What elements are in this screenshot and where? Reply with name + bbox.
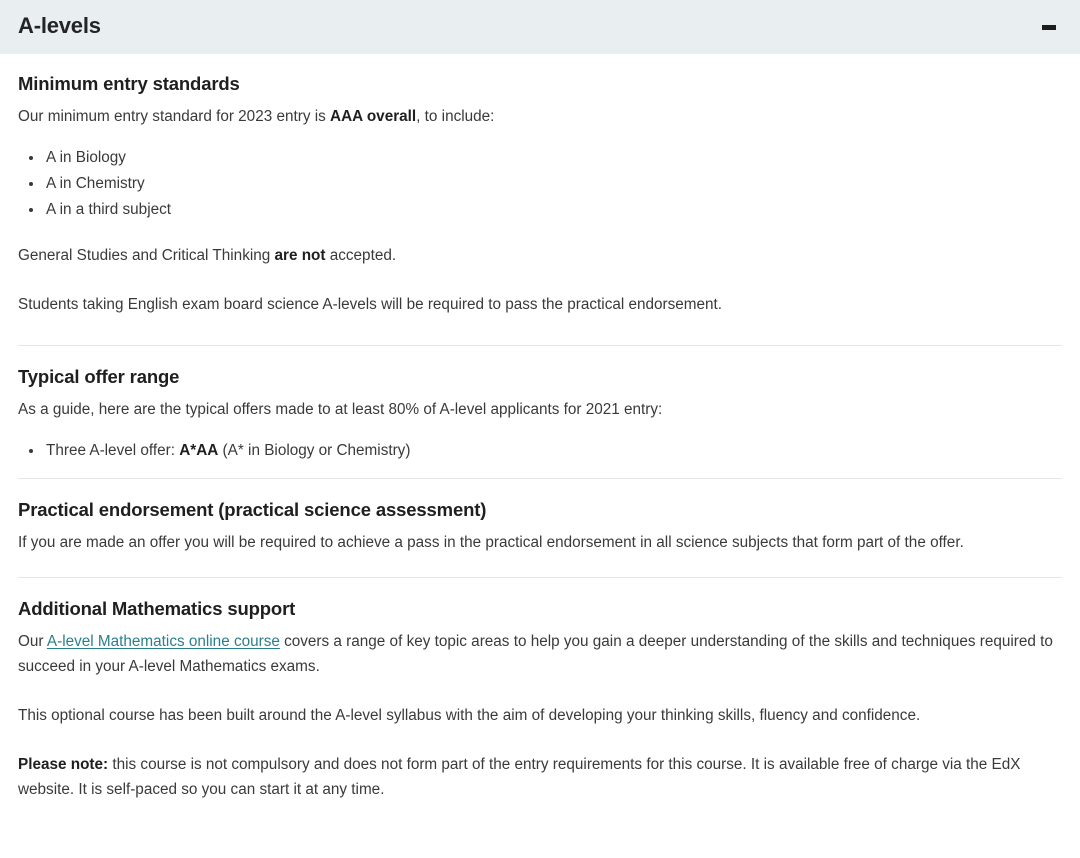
practical-endorsement-paragraph: If you are made an offer you will be req… [18, 534, 964, 551]
minimum-entry-intro-paragraph: Our minimum entry standard for 2023 entr… [18, 104, 1062, 129]
list-item: A in Chemistry [44, 171, 1062, 197]
section-additional-mathematics-support: Additional Mathematics support Our A-lev… [18, 598, 1062, 802]
list-item: Three A-level offer: A*AA (A* in Biology… [44, 438, 1062, 464]
typical-offer-bullet-list: Three A-level offer: A*AA (A* in Biology… [18, 438, 1062, 464]
section-heading: Typical offer range [18, 366, 180, 387]
text-fragment: General Studies and Critical Thinking [18, 247, 275, 264]
section-heading: Practical endorsement (practical science… [18, 499, 487, 520]
minus-icon [1042, 24, 1056, 30]
accordion-header[interactable]: A-levels [0, 0, 1080, 55]
text-fragment: Our minimum entry standard for 2023 entr… [18, 108, 331, 125]
text-fragment: accepted. [325, 247, 397, 264]
typical-offer-intro-paragraph: As a guide, here are the typical offers … [18, 401, 663, 418]
section-typical-offer-range: Typical offer range As a guide, here are… [18, 366, 1062, 464]
text-bold-please-note: Please note: [18, 756, 109, 773]
general-studies-paragraph: General Studies and Critical Thinking ar… [18, 243, 1062, 268]
panel-title: A-levels [18, 13, 101, 38]
text-bold-are-not: are not [274, 247, 326, 264]
text-fragment: Three A-level offer: [46, 442, 180, 459]
please-note-paragraph: Please note: this course is not compulso… [18, 752, 1062, 802]
section-practical-endorsement: Practical endorsement (practical science… [18, 499, 1062, 555]
minimum-entry-bullet-list: A in Biology A in Chemistry A in a third… [18, 145, 1062, 223]
a-levels-accordion-panel: A-levels Minimum entry standards Our min… [0, 0, 1080, 858]
a-level-maths-online-course-link[interactable]: A-level Mathematics online course [47, 633, 280, 650]
text-fragment: , to include: [416, 108, 495, 125]
maths-course-paragraph: Our A-level Mathematics online course co… [18, 629, 1062, 679]
list-item: A in Biology [44, 145, 1062, 171]
optional-course-paragraph: This optional course has been built arou… [18, 707, 921, 724]
section-heading: Additional Mathematics support [18, 598, 296, 619]
english-exam-board-paragraph: Students taking English exam board scien… [18, 296, 723, 313]
text-fragment: (A* in Biology or Chemistry) [218, 442, 411, 459]
accordion-body: Minimum entry standards Our minimum entr… [0, 55, 1080, 802]
section-heading: Minimum entry standards [18, 73, 240, 94]
section-minimum-entry-standards: Minimum entry standards Our minimum entr… [18, 73, 1062, 317]
collapse-toggle-button[interactable] [1038, 16, 1060, 38]
text-fragment: Our [18, 633, 47, 650]
text-bold-astar-aa: A*AA [179, 442, 219, 459]
text-bold-aaa-overall: AAA overall [330, 108, 417, 125]
list-item: A in a third subject [44, 197, 1062, 223]
text-fragment: this course is not compulsory and does n… [18, 756, 1021, 798]
